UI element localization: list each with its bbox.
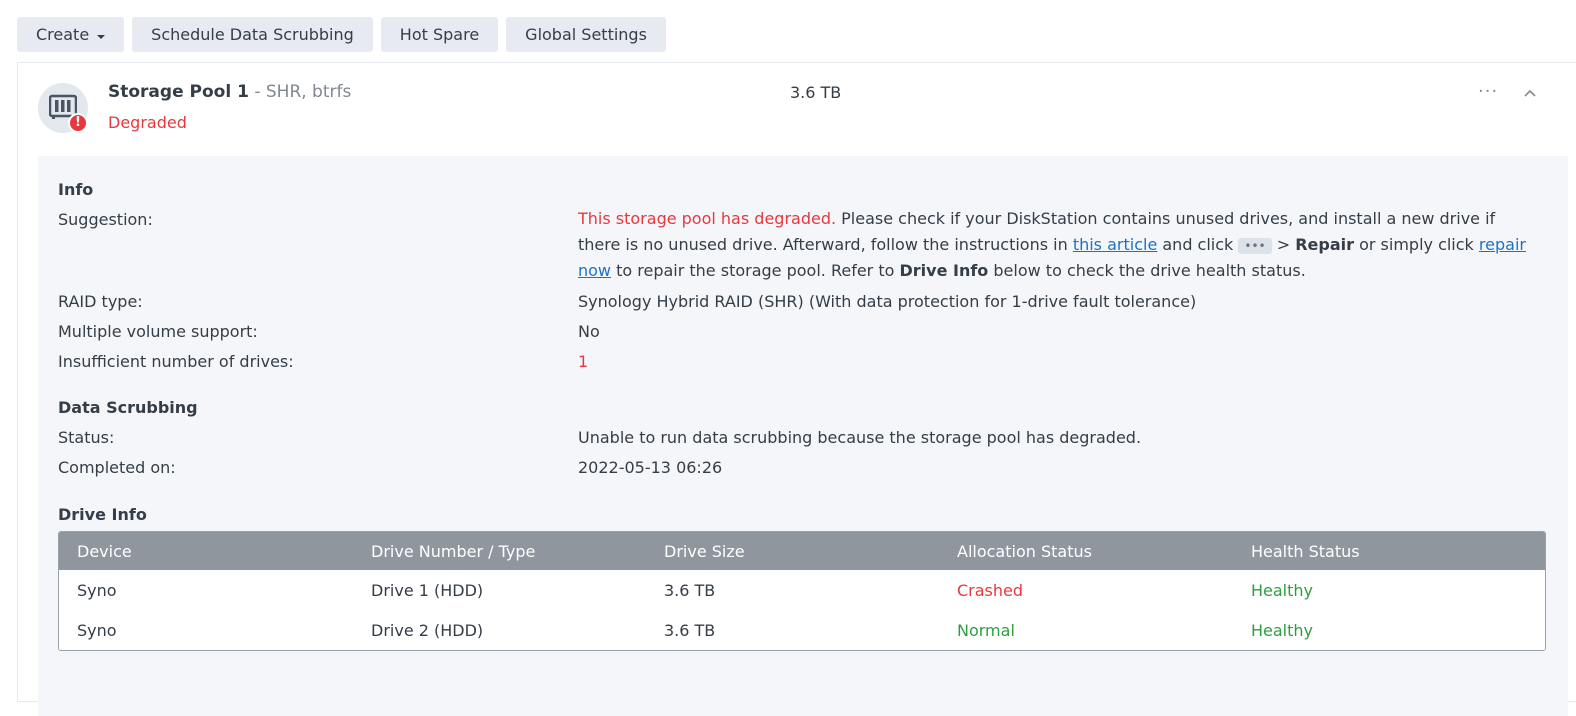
pool-size: 3.6 TB: [790, 83, 842, 102]
table-header: Device Drive Number / Type Drive Size Al…: [59, 532, 1545, 570]
repair-text: Repair: [1295, 235, 1354, 254]
completed-on-value: 2022-05-13 06:26: [578, 458, 723, 477]
insufficient-drives-label: Insufficient number of drives:: [58, 352, 294, 371]
suggestion-part: or simply click: [1354, 235, 1479, 254]
column-header[interactable]: Drive Size: [646, 542, 939, 561]
data-scrubbing-section-title: Data Scrubbing: [58, 398, 198, 417]
multiple-volume-label: Multiple volume support:: [58, 322, 258, 341]
storage-pool-icon: !: [38, 83, 88, 133]
suggestion-part: below to check the drive health status.: [988, 261, 1306, 280]
suggestion-warning: This storage pool has degraded.: [578, 209, 837, 228]
column-header[interactable]: Health Status: [1233, 542, 1543, 561]
create-button[interactable]: Create: [17, 17, 125, 52]
column-header[interactable]: Drive Number / Type: [353, 542, 646, 561]
drive-info-text: Drive Info: [899, 261, 989, 280]
pool-title: Storage Pool 1 - SHR, btrfs: [108, 82, 351, 102]
raid-type-value: Synology Hybrid RAID (SHR) (With data pr…: [578, 292, 1197, 311]
more-options-chip-icon: •••: [1238, 237, 1272, 254]
device-cell: Syno: [77, 580, 117, 600]
drive-size-cell: 3.6 TB: [664, 580, 716, 600]
column-header[interactable]: Device: [59, 542, 353, 561]
hot-spare-button[interactable]: Hot Spare: [380, 17, 499, 52]
suggestion-part: >: [1271, 235, 1296, 254]
create-button-label: Create: [36, 25, 90, 44]
pool-status: Degraded: [108, 113, 187, 132]
suggestion-text: This storage pool has degraded. Please c…: [578, 206, 1528, 284]
multiple-volume-value: No: [578, 322, 600, 341]
schedule-data-scrubbing-button[interactable]: Schedule Data Scrubbing: [132, 17, 373, 52]
device-cell: Syno: [77, 620, 117, 640]
health-status-cell: Healthy: [1251, 580, 1314, 600]
alert-icon: !: [68, 113, 88, 133]
caret-down-icon: [97, 34, 106, 39]
drive-number-cell: Drive 2 (HDD): [371, 620, 484, 640]
pool-name: Storage Pool 1: [108, 82, 249, 102]
pool-type: - SHR, btrfs: [248, 82, 352, 102]
allocation-status-cell: Normal: [957, 620, 1015, 640]
drive-size-cell: 3.6 TB: [664, 620, 716, 640]
column-header[interactable]: Allocation Status: [939, 542, 1233, 561]
suggestion-part: and click: [1157, 235, 1239, 254]
global-settings-button[interactable]: Global Settings: [506, 17, 666, 52]
chevron-up-icon[interactable]: [1523, 83, 1537, 102]
pool-details-panel: Info Suggestion: This storage pool has d…: [38, 156, 1568, 716]
this-article-link[interactable]: this article: [1073, 235, 1157, 254]
scrubbing-status-value: Unable to run data scrubbing because the…: [578, 428, 1142, 447]
more-options-icon[interactable]: ···: [1478, 81, 1498, 102]
storage-pool-card: ! Storage Pool 1 - SHR, btrfs Degraded 3…: [17, 62, 1576, 716]
drive-number-cell: Drive 1 (HDD): [371, 580, 484, 600]
suggestion-part: to repair the storage pool. Refer to: [611, 261, 900, 280]
raid-type-label: RAID type:: [58, 292, 143, 311]
insufficient-drives-value: 1: [578, 352, 589, 371]
scrubbing-status-label: Status:: [58, 428, 115, 447]
suggestion-label: Suggestion:: [58, 210, 153, 229]
info-section-title: Info: [58, 180, 94, 199]
table-row[interactable]: Syno Drive 2 (HDD) 3.6 TB Normal Healthy: [59, 610, 1545, 650]
toolbar: Create Schedule Data Scrubbing Hot Spare…: [17, 17, 666, 52]
allocation-status-cell: Crashed: [957, 580, 1024, 600]
drive-info-section-title: Drive Info: [58, 505, 147, 524]
drive-info-table: Device Drive Number / Type Drive Size Al…: [58, 531, 1546, 651]
table-row[interactable]: Syno Drive 1 (HDD) 3.6 TB Crashed Health…: [59, 570, 1545, 610]
completed-on-label: Completed on:: [58, 458, 176, 477]
health-status-cell: Healthy: [1251, 620, 1314, 640]
